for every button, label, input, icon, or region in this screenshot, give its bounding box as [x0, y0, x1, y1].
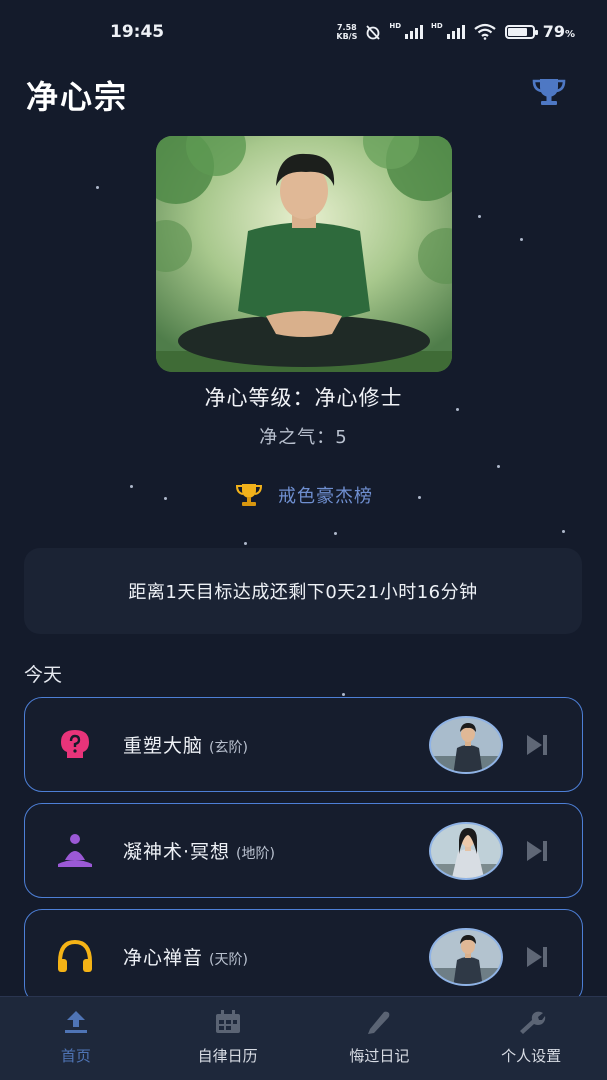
network-speed: 7.58 KB/S — [336, 22, 358, 41]
pencil-icon — [368, 1011, 390, 1034]
nav-item-home[interactable]: 首页 — [0, 997, 152, 1080]
avatar — [156, 136, 452, 372]
task-portrait — [429, 928, 503, 986]
qi-points-text: 净之气：5 — [259, 427, 348, 448]
countdown-card: 距离1天目标达成还剩下0天21小时16分钟 — [24, 548, 582, 634]
signal-icon — [405, 24, 424, 39]
task-portrait — [429, 822, 503, 880]
status-time: 19:45 — [110, 22, 165, 42]
task-title: 净心禅音 (天阶) — [123, 947, 248, 969]
nav-item-calendar[interactable]: 自律日历 — [152, 997, 304, 1080]
hd-badge: HD — [389, 21, 402, 30]
gold-trophy-icon — [235, 484, 263, 506]
battery-percent: 79% — [542, 22, 575, 41]
nav-item-diary[interactable]: 悔过日记 — [304, 997, 456, 1080]
nav-label: 悔过日记 — [349, 1047, 410, 1065]
bottom-nav: 首页 自律日历 悔过日记 个人设置 — [0, 996, 607, 1080]
level-text: 净心等级：净心修士 — [204, 386, 403, 410]
status-bar: 19:45 7.58 KB/S HD HD 79% — [0, 0, 607, 66]
signal-icon — [446, 24, 465, 39]
ranking-link[interactable]: 戒色豪杰榜 — [0, 482, 607, 508]
wifi-icon — [474, 23, 496, 40]
wrench-icon — [520, 1011, 546, 1034]
task-card-meditation[interactable]: 凝神术·冥想 (地阶) — [24, 803, 583, 898]
trophy-button[interactable] — [531, 76, 567, 108]
task-title: 凝神术·冥想 (地阶) — [123, 841, 275, 863]
meditation-icon — [58, 834, 92, 867]
headphones-icon — [58, 939, 92, 972]
play-next-icon[interactable] — [525, 946, 549, 968]
meditation-avatar-image — [156, 136, 452, 372]
alarm-off-icon — [366, 24, 381, 40]
ranking-label: 戒色豪杰榜 — [278, 486, 373, 507]
today-title: 今天 — [24, 664, 63, 686]
trophy-icon — [532, 79, 566, 105]
play-next-icon[interactable] — [525, 840, 549, 862]
brain-icon — [61, 730, 89, 758]
nav-label: 自律日历 — [197, 1047, 258, 1065]
task-card-zen-music[interactable]: 净心禅音 (天阶) — [24, 909, 583, 1004]
play-next-icon[interactable] — [525, 734, 549, 756]
nav-label: 首页 — [60, 1047, 91, 1065]
battery-icon — [504, 24, 538, 39]
calendar-icon — [215, 1010, 240, 1033]
task-portrait — [429, 716, 503, 774]
home-upload-icon — [64, 1011, 87, 1033]
task-title: 重塑大脑 (玄阶) — [123, 735, 248, 757]
nav-label: 个人设置 — [501, 1047, 562, 1065]
app-title: 净心宗 — [26, 78, 129, 116]
hd-badge: HD — [431, 21, 443, 30]
task-card-rewire-brain[interactable]: 重塑大脑 (玄阶) — [24, 697, 583, 792]
status-indicators: 7.58 KB/S HD HD 79% — [336, 21, 575, 42]
nav-item-settings[interactable]: 个人设置 — [455, 997, 607, 1080]
countdown-text: 距离1天目标达成还剩下0天21小时16分钟 — [128, 582, 478, 603]
